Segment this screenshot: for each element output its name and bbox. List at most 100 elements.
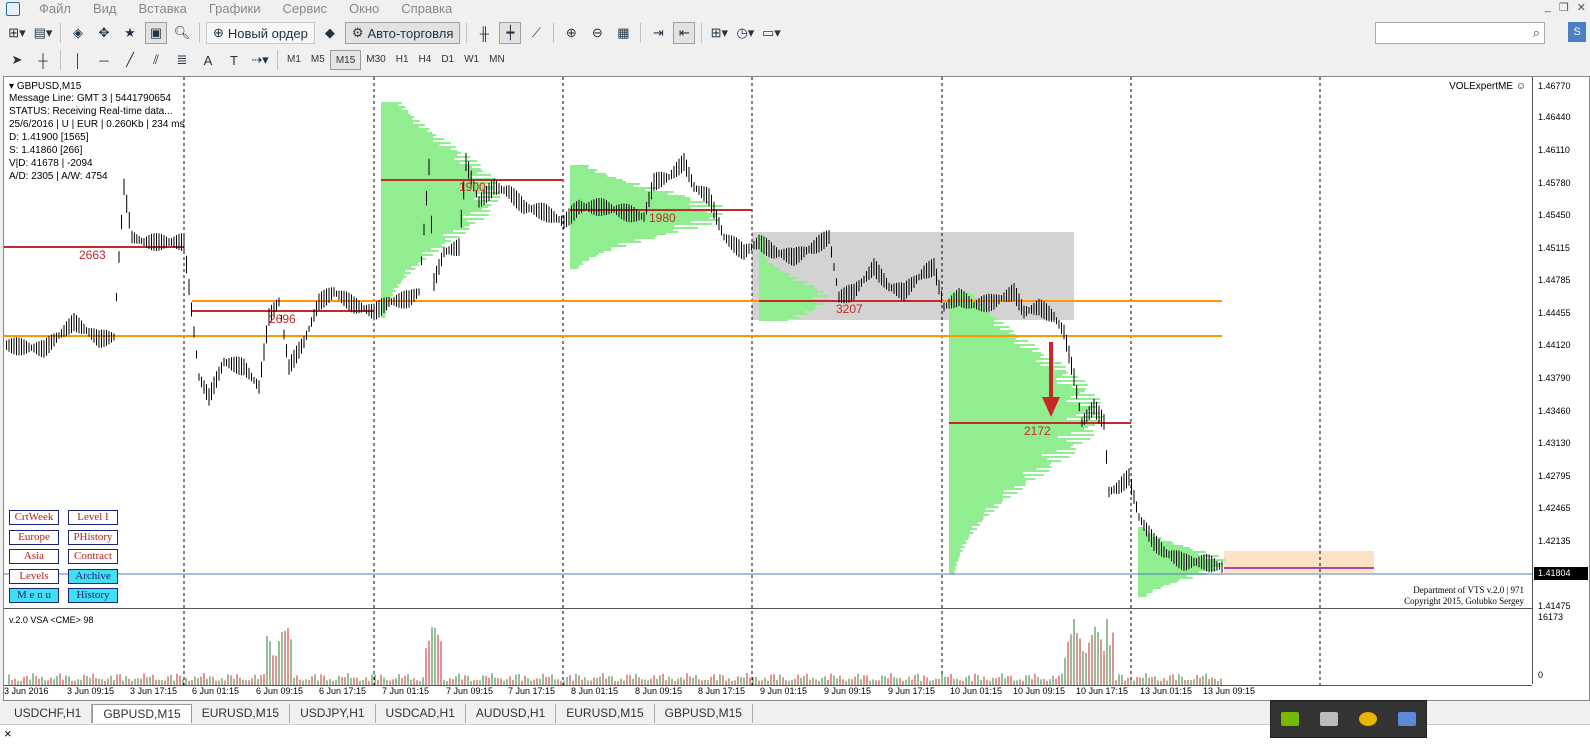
tab-eurusd-m15[interactable]: EURUSD,M15 (192, 704, 291, 723)
arrows-icon[interactable]: ⇢▾ (249, 49, 271, 71)
zoom-in-icon[interactable]: ⊕ (560, 22, 582, 44)
candlestick-icon[interactable]: ┿ (499, 22, 522, 44)
timeframe-d1[interactable]: D1 (436, 50, 459, 70)
time-label: 8 Jun 09:15 (635, 686, 683, 696)
volume-profile-bar (949, 410, 1088, 412)
volume-profile-bar (570, 233, 667, 235)
vertical-line-icon[interactable]: │ (67, 49, 89, 71)
close-icon[interactable]: ✕ (1577, 1, 1586, 14)
auto-trading-button[interactable]: ⚙ Авто-торговля (344, 22, 461, 44)
price-scale[interactable]: 1.46770 1.46440 1.46110 1.45780 1.45450 … (1532, 77, 1589, 684)
price-label: 1.46440 (1538, 112, 1571, 122)
chart-shift-icon[interactable]: ⇤ (673, 22, 696, 44)
volume-profile-bar (381, 272, 411, 274)
tab-usdchf-h1[interactable]: USDCHF,H1 (4, 704, 93, 723)
nvidia-icon[interactable] (1281, 712, 1300, 726)
minimize-icon[interactable]: _ (1545, 1, 1551, 14)
community-icon[interactable]: S (1568, 22, 1586, 42)
history-button[interactable]: History (68, 588, 118, 603)
crosshair-icon[interactable]: ┼ (32, 49, 54, 71)
volume-profile-bar (381, 220, 468, 222)
new-order-button[interactable]: ⊕ Новый ордер (206, 22, 315, 44)
auto-scroll-icon[interactable]: ⇥ (647, 22, 669, 44)
timeframe-m5[interactable]: M5 (306, 50, 330, 70)
fibonacci-icon[interactable]: ≣ (171, 49, 193, 71)
navigator-icon[interactable]: ★ (119, 22, 141, 44)
timeframe-w1[interactable]: W1 (459, 50, 484, 70)
terminal-icon[interactable]: ▣ (145, 22, 167, 44)
security-icon[interactable] (1358, 712, 1377, 726)
bar-chart-icon[interactable]: ╫ (473, 22, 495, 44)
volume-profile-bar (381, 106, 406, 108)
meta-editor-icon[interactable]: ◆ (319, 22, 341, 44)
menu-file[interactable]: Файл (28, 0, 82, 18)
search-input[interactable]: ⌕ (1375, 22, 1545, 44)
menu-help[interactable]: Справка (390, 0, 463, 18)
market-watch-icon[interactable]: ◈ (67, 22, 89, 44)
timeframe-m15[interactable]: M15 (329, 50, 362, 70)
volume-profile-bar (949, 566, 955, 568)
usb-icon[interactable] (1320, 712, 1339, 726)
chart-window[interactable]: 2663 2696 1900 1980 3207 2172 ▾ GBPUSD,M15 Me… (3, 76, 1590, 701)
timeframe-h1[interactable]: H1 (391, 50, 414, 70)
profiles-icon[interactable]: ▤▾ (32, 22, 54, 44)
tile-windows-icon[interactable]: ▦ (612, 22, 634, 44)
indicator-panel[interactable]: v.2.0 VSA <CME> 98 (4, 611, 1532, 685)
cursor-icon[interactable]: ➤ (6, 49, 28, 71)
volume-profile-bar (570, 265, 579, 267)
indicators-icon[interactable]: ⊞▾ (708, 22, 730, 44)
volume-profile-bar (1138, 581, 1178, 583)
timeframe-mn[interactable]: MN (484, 50, 510, 70)
timeframe-m30[interactable]: M30 (361, 50, 390, 70)
volume-profile-bar (381, 144, 440, 146)
archive-button[interactable]: Archive (68, 569, 118, 584)
data-window-icon[interactable]: ✥ (93, 22, 115, 44)
periods-icon[interactable]: ◷▾ (734, 22, 756, 44)
close-icon[interactable]: × (4, 726, 12, 741)
europe-button[interactable]: Europe (9, 530, 59, 545)
menu-charts[interactable]: Графики (198, 0, 272, 18)
horizontal-line-icon[interactable]: ─ (93, 49, 115, 71)
volume-profile-bar (759, 253, 764, 255)
volume-profile-bar (949, 404, 1081, 406)
level-i-button[interactable]: Level I (68, 510, 118, 525)
price-chart[interactable]: 2663 2696 1900 1980 3207 2172 ▾ GBPUSD,M15 Me… (4, 77, 1532, 609)
volume-profile-bar (381, 230, 453, 232)
line-chart-icon[interactable]: ⟋ (525, 22, 547, 44)
trendline-icon[interactable]: ╱ (119, 49, 141, 71)
volume-profile-bar (949, 550, 963, 552)
contract-button[interactable]: Contract (68, 549, 118, 564)
levels-button[interactable]: Levels (9, 569, 59, 584)
volume-profile-bar (759, 259, 769, 261)
asia-button[interactable]: Asia (9, 549, 59, 564)
crtweek-button[interactable]: CrtWeek (9, 510, 59, 525)
time-label: 10 Jun 09:15 (1013, 686, 1066, 696)
tab-gbpusd-m15-2[interactable]: GBPUSD,M15 (655, 704, 753, 723)
phistory-button[interactable]: PHistory (68, 530, 118, 545)
menu-insert[interactable]: Вставка (128, 0, 198, 18)
tab-audusd-h1[interactable]: AUDUSD,H1 (466, 704, 557, 723)
timeframe-h4[interactable]: H4 (414, 50, 437, 70)
tab-gbpusd-m15[interactable]: GBPUSD,M15 (92, 704, 192, 723)
volume-profile-bar (759, 267, 779, 269)
menu-view[interactable]: Вид (82, 0, 128, 18)
volume-profile-bar (759, 295, 829, 297)
network-icon[interactable] (1397, 712, 1416, 726)
tab-usdcad-h1[interactable]: USDCAD,H1 (376, 704, 466, 723)
timeframe-m1[interactable]: M1 (282, 50, 306, 70)
tab-usdjpy-h1[interactable]: USDJPY,H1 (290, 704, 376, 723)
restore-icon[interactable]: ❐ (1559, 1, 1569, 14)
text-icon[interactable]: A (197, 49, 219, 71)
tab-eurusd-m15-2[interactable]: EURUSD,M15 (556, 704, 655, 723)
new-chart-icon[interactable]: ⊞▾ (6, 22, 28, 44)
menu-tools[interactable]: Сервис (272, 0, 339, 18)
menu-window[interactable]: Окно (338, 0, 390, 18)
volume-profile-bar (381, 122, 414, 124)
channel-icon[interactable]: ⫽ (145, 49, 167, 71)
info-line: STATUS: Receiving Real-time data... (9, 106, 173, 117)
zoom-out-icon[interactable]: ⊖ (586, 22, 608, 44)
text-label-icon[interactable]: T (223, 49, 245, 71)
menu-button[interactable]: M e n u (9, 588, 59, 603)
templates-icon[interactable]: ▭▾ (760, 22, 782, 44)
tester-icon[interactable]: 🔍︎ (171, 22, 193, 44)
